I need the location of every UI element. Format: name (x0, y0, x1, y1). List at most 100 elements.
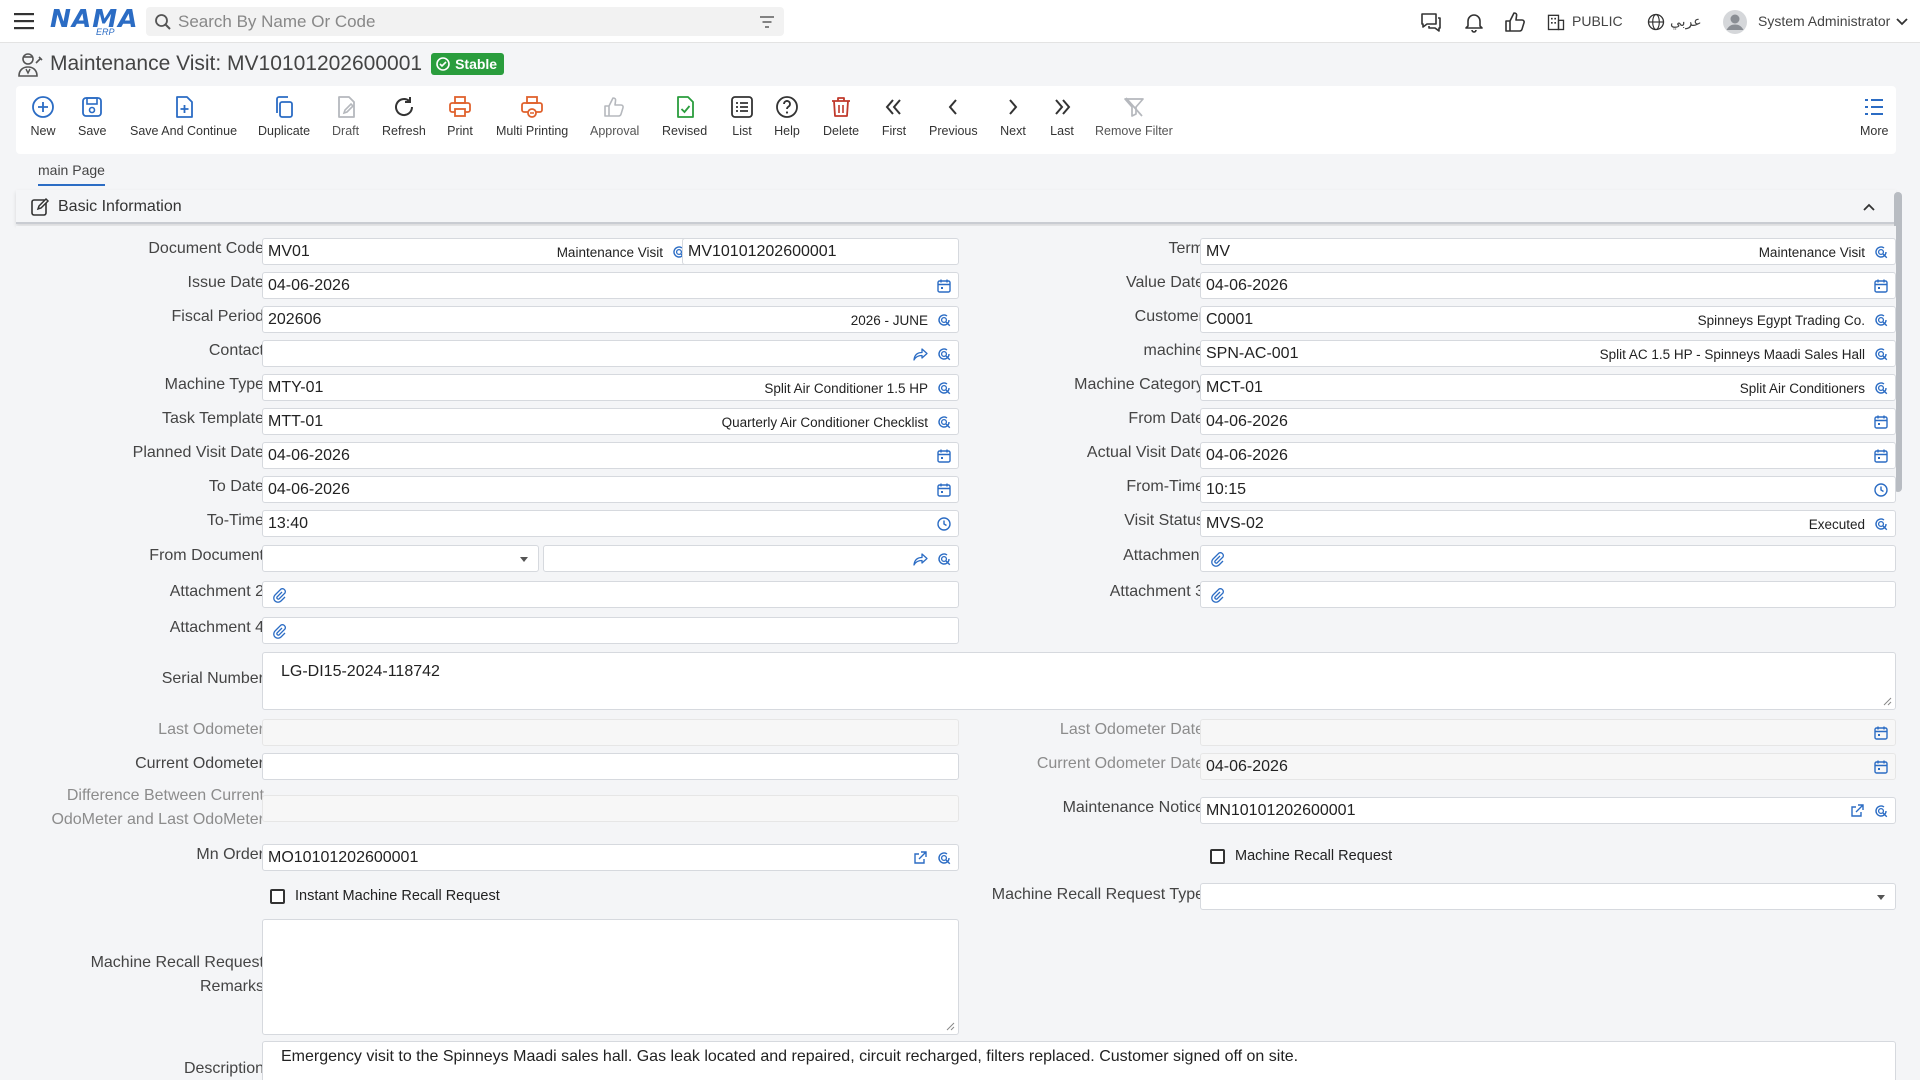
app-logo[interactable]: NAMA ERP (50, 5, 138, 38)
paperclip-icon[interactable] (1209, 587, 1225, 603)
attachment-4-field[interactable] (262, 617, 959, 644)
fiscal-period-field[interactable]: 202606 2026 - JUNE (262, 306, 959, 333)
list-button[interactable]: List (729, 94, 755, 138)
customer-field[interactable]: C0001 Spinneys Egypt Trading Co. (1200, 306, 1896, 333)
mn-order-field[interactable]: MO10101202600001 (262, 844, 959, 871)
attachment-3-field[interactable] (1200, 581, 1896, 608)
attachment-field[interactable] (1200, 545, 1896, 572)
machine-recall-request-type-select[interactable] (1200, 883, 1896, 910)
lookup-icon[interactable] (1873, 346, 1889, 362)
save-and-continue-button[interactable]: Save And Continue (130, 94, 237, 138)
notification-bell-icon[interactable] (1462, 10, 1486, 34)
language-globe-icon[interactable] (1646, 10, 1666, 34)
actual-visit-date-field[interactable]: 04-06-2026 (1200, 442, 1896, 469)
print-button[interactable]: Print (447, 94, 473, 138)
lookup-icon[interactable] (936, 850, 952, 866)
planned-visit-date-field[interactable]: 04-06-2026 (262, 442, 959, 469)
term-field[interactable]: MV Maintenance Visit (1200, 238, 1896, 265)
visit-status-field[interactable]: MVS-02 Executed (1200, 510, 1896, 537)
machine-recall-request-checkbox[interactable]: Machine Recall Request (1210, 848, 1392, 864)
company-building-icon[interactable] (1546, 10, 1566, 34)
current-odometer-field[interactable] (262, 753, 959, 780)
tab-main-page[interactable]: main Page (38, 162, 105, 186)
help-button[interactable]: Help (774, 94, 800, 138)
paperclip-icon[interactable] (1209, 551, 1225, 567)
user-name[interactable]: System Administrator (1758, 13, 1890, 29)
lookup-icon[interactable] (936, 380, 952, 396)
first-button[interactable]: First (881, 94, 907, 138)
filter-icon[interactable] (758, 13, 776, 31)
maintenance-notice-field[interactable]: MN10101202600001 (1200, 797, 1896, 824)
document-number-field[interactable]: MV10101202600001 (682, 238, 959, 265)
lookup-icon[interactable] (1873, 803, 1889, 819)
calendar-icon[interactable] (1873, 278, 1889, 294)
to-date-field[interactable]: 04-06-2026 (262, 476, 959, 503)
remove-filter-button[interactable]: Remove Filter (1095, 94, 1173, 138)
serial-number-textarea[interactable]: LG-DI15-2024-118742 (262, 652, 1896, 710)
delete-button[interactable]: Delete (823, 94, 859, 138)
machine-field[interactable]: SPN-AC-001 Split AC 1.5 HP - Spinneys Ma… (1200, 340, 1896, 367)
calendar-icon[interactable] (936, 278, 952, 294)
attachment-2-field[interactable] (262, 581, 959, 608)
thumbs-up-icon[interactable] (1503, 10, 1527, 34)
description-textarea[interactable]: Emergency visit to the Spinneys Maadi sa… (262, 1041, 1896, 1080)
checkbox-box[interactable] (1210, 848, 1225, 864)
duplicate-button[interactable]: Duplicate (258, 94, 310, 138)
draft-button[interactable]: Draft (332, 94, 359, 138)
language-label[interactable]: عربي (1670, 13, 1702, 30)
calendar-icon[interactable] (1873, 725, 1889, 741)
from-date-field[interactable]: 04-06-2026 (1200, 408, 1896, 435)
share-forward-icon[interactable] (912, 551, 928, 567)
more-button[interactable]: More (1860, 94, 1888, 138)
from-document-type-select[interactable] (262, 545, 539, 572)
checkbox-box[interactable] (270, 888, 285, 904)
instant-machine-recall-request-checkbox[interactable]: Instant Machine Recall Request (270, 888, 500, 904)
chat-icon[interactable] (1419, 10, 1443, 34)
value-date-field[interactable]: 04-06-2026 (1200, 272, 1896, 299)
last-button[interactable]: Last (1049, 94, 1075, 138)
new-button[interactable]: New (30, 94, 56, 138)
company-label[interactable]: PUBLIC (1572, 13, 1623, 29)
clock-icon[interactable] (936, 516, 952, 532)
calendar-icon[interactable] (936, 482, 952, 498)
calendar-icon[interactable] (1873, 414, 1889, 430)
open-external-icon[interactable] (912, 850, 928, 866)
open-external-icon[interactable] (1849, 803, 1865, 819)
resize-grip-icon[interactable] (946, 1022, 955, 1031)
lookup-icon[interactable] (1873, 516, 1889, 532)
document-code-field[interactable]: MV01 Maintenance Visit (262, 238, 694, 265)
next-button[interactable]: Next (1000, 94, 1026, 138)
machine-recall-remarks-textarea[interactable] (262, 919, 959, 1035)
from-document-field[interactable] (543, 545, 959, 572)
calendar-icon[interactable] (1873, 759, 1889, 775)
lookup-icon[interactable] (1873, 312, 1889, 328)
machine-category-field[interactable]: MCT-01 Split Air Conditioners (1200, 374, 1896, 401)
paperclip-icon[interactable] (271, 623, 287, 639)
to-time-field[interactable]: 13:40 (262, 510, 959, 537)
lookup-icon[interactable] (936, 551, 952, 567)
calendar-icon[interactable] (936, 448, 952, 464)
save-button[interactable]: Save (78, 94, 107, 138)
calendar-icon[interactable] (1873, 448, 1889, 464)
multi-printing-button[interactable]: Multi Printing (496, 94, 568, 138)
section-basic-information[interactable]: Basic Information (16, 190, 1896, 224)
from-time-field[interactable]: 10:15 (1200, 476, 1896, 503)
chevron-up-icon[interactable] (1862, 200, 1876, 214)
lookup-icon[interactable] (936, 312, 952, 328)
lookup-icon[interactable] (1873, 380, 1889, 396)
previous-button[interactable]: Previous (929, 94, 978, 138)
chevron-down-icon[interactable] (1895, 15, 1909, 29)
search-input[interactable] (178, 11, 748, 32)
user-avatar-icon[interactable] (1722, 9, 1748, 35)
revised-button[interactable]: Revised (662, 94, 707, 138)
approval-button[interactable]: Approval (590, 94, 639, 138)
share-forward-icon[interactable] (912, 346, 928, 362)
clock-icon[interactable] (1873, 482, 1889, 498)
resize-grip-icon[interactable] (1883, 697, 1892, 706)
refresh-button[interactable]: Refresh (382, 94, 426, 138)
paperclip-icon[interactable] (271, 587, 287, 603)
task-template-field[interactable]: MTT-01 Quarterly Air Conditioner Checkli… (262, 408, 959, 435)
contact-field[interactable] (262, 340, 959, 367)
lookup-icon[interactable] (936, 346, 952, 362)
lookup-icon[interactable] (936, 414, 952, 430)
